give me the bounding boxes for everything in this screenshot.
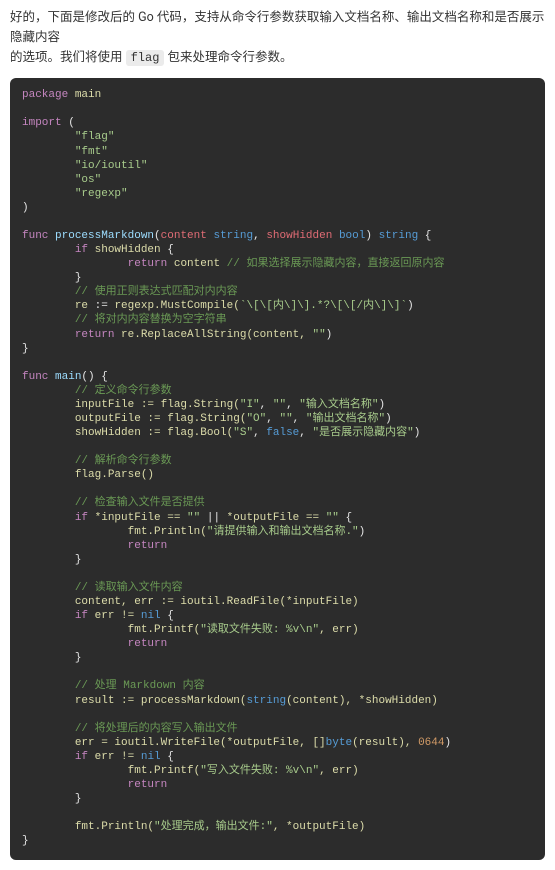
cmt-parse-flags: // 解析命令行参数 [75,455,172,467]
ty-bool: bool [339,230,365,242]
id-main: main [75,89,101,101]
cmt-read-input: // 读取输入文件内容 [75,582,183,594]
printf-1: fmt.Printf( [128,624,201,636]
intro-line2a: 的选项。我们将使用 [10,50,126,65]
ty-string-1: string [213,230,253,242]
printf-2: fmt.Printf( [128,765,201,777]
cmt-define-flags: // 定义命令行参数 [75,385,172,397]
msg-writefail: "写入文件失败: %v\n" [200,765,319,777]
write-lhs: err = ioutil.WriteFile(*outputFile, [] [75,737,326,749]
perm-0644: 0644 [418,737,444,749]
imp-os: "os" [75,174,101,186]
fn-main: main [55,371,81,383]
fn-processmarkdown: processMarkdown [55,230,154,242]
cmt-return-original: // 如果选择展示隐藏内容，直接返回原内容 [227,258,445,270]
regex-literal: `\[\[内\]\].*?\[\[/内\]\]` [240,300,407,312]
lit-nil-2: nil [141,751,161,763]
ty-byte: byte [326,737,352,749]
msg-provide: "请提供输入和输出文档名称." [207,526,359,538]
msg-readfail: "读取文件失败: %v\n" [200,624,319,636]
imp-flag: "flag" [75,131,115,143]
lparen: ( [68,117,75,129]
read-lhs: content, err := ioutil.ReadFile(*inputFi… [75,596,359,608]
lit-false: false [266,427,299,439]
param-content: content [161,230,207,242]
lbrace-1: { [425,230,432,242]
kw-if-1: if [75,244,88,256]
outputfile-lhs: outputFile := flag.String( [75,413,247,425]
kw-package: package [22,89,68,101]
flag-o-desc: "输出文档名称" [306,413,385,425]
imp-regexp: "regexp" [75,188,128,200]
intro-line2b: 包来处理命令行参数。 [164,50,292,65]
kw-return-1: return [128,258,168,270]
rparen: ) [22,202,29,214]
flag-parse: flag.Parse() [75,469,154,481]
cmt-check-input: // 检查输入文件是否提供 [75,497,205,509]
cmt-use-regex: // 使用正则表达式匹配对内内容 [75,286,238,298]
re-replaceallstring: re.ReplaceAllString(content, [121,329,312,341]
kw-return-2: return [75,329,115,341]
showhidden-lhs: showHidden := flag.Bool( [75,427,233,439]
inline-code-flag: flag [126,50,165,66]
go-code-block: package main import ( "flag" "fmt" "io/i… [10,78,545,860]
inputfile-lhs: inputFile := flag.String( [75,399,240,411]
param-showhidden: showHidden [266,230,332,242]
kw-import: import [22,117,62,129]
println-1: fmt.Println( [128,526,207,538]
imp-ioutil: "io/ioutil" [75,160,148,172]
result-lhs: result := processMarkdown( [75,695,247,707]
cmt-process: // 处理 Markdown 内容 [75,680,205,692]
cmt-replace-empty: // 将对内内容替换为空字符串 [75,314,227,326]
flag-s-desc: "是否展示隐藏内容" [312,427,413,439]
cmt-write-out: // 将处理后的内容写入输出文件 [75,723,238,735]
kw-func-1: func [22,230,48,242]
kw-func-2: func [22,371,48,383]
intro-line1: 好的，下面是修改后的 Go 代码，支持从命令行参数获取输入文档名称、输出文档名称… [10,10,544,45]
intro-paragraph: 好的，下面是修改后的 Go 代码，支持从命令行参数获取输入文档名称、输出文档名称… [0,0,555,74]
regexp-mustcompile: regexp.MustCompile( [114,300,239,312]
lit-nil-1: nil [141,610,161,622]
cast-string: string [246,695,286,707]
flag-i-desc: "输入文档名称" [299,399,378,411]
imp-fmt: "fmt" [75,146,108,158]
ret-string: string [379,230,419,242]
println-done: fmt.Println( [75,821,154,833]
msg-done: "处理完成，输出文件:" [154,821,273,833]
